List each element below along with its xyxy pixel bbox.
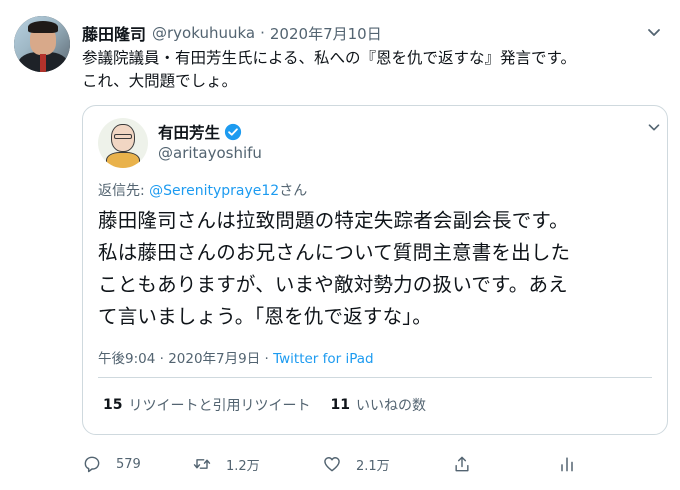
quoted-body-line: 藤田隆司さんは拉致問題の特定失踪者会副会長です。	[98, 209, 569, 232]
tweet-body: 参議院議員・有田芳生氏による、私への『恩を仇で返すな』発言です。 これ、大問題で…	[82, 47, 667, 93]
tweet-body-line: これ、大問題でしょ。	[82, 72, 238, 90]
author-handle[interactable]: @ryokuhuuka	[152, 24, 255, 42]
tweet-date[interactable]: 2020年7月10日	[270, 23, 382, 44]
author-avatar[interactable]	[14, 16, 70, 72]
tweet-actions: 579 1.2万 2.1万	[82, 450, 642, 478]
retweet-button[interactable]: 1.2万	[192, 450, 260, 478]
divider	[98, 377, 652, 378]
reply-to-prefix: 返信先:	[98, 183, 150, 199]
likes-count: 11	[330, 397, 350, 413]
quoted-tweet-time[interactable]: 午後9:04 · 2020年7月9日 ·	[98, 351, 273, 367]
analytics-button[interactable]	[557, 450, 591, 478]
reply-to-suffix: さん	[279, 183, 308, 199]
quoted-body-line: こともありますが、いまや敵対勢力の扱いです。あえ	[98, 273, 568, 296]
likes-label: いいねの数	[355, 398, 426, 414]
heart-icon	[324, 457, 340, 472]
like-button[interactable]: 2.1万	[322, 450, 390, 478]
quoted-body-line: て言いましょう。「恩を仇で返すな」。	[98, 305, 432, 328]
analytics-icon	[561, 457, 573, 472]
quoted-author-name-row: 有田芳生	[158, 121, 242, 143]
tweet-header: 藤田隆司 @ryokuhuuka · 2020年7月10日	[82, 22, 382, 44]
verified-badge-icon	[224, 123, 242, 141]
tweet: 藤田隆司 @ryokuhuuka · 2020年7月10日 参議院議員・有田芳生…	[0, 0, 680, 490]
like-count: 2.1万	[356, 458, 390, 474]
quoted-tweet-body: 藤田隆司さんは拉致問題の特定失踪者会副会長です。 私は藤田さんのお兄さんについて…	[98, 205, 658, 333]
retweets-count: 15	[103, 397, 123, 413]
reply-mention-link[interactable]: @Serenityprayе12	[149, 183, 279, 199]
quoted-tweet-stats: 15 リツイートと引用リツイート 11 いいねの数	[103, 395, 446, 415]
quoted-tweet[interactable]: 有田芳生 @aritayoshifu 返信先: @Serenityprayе12…	[82, 105, 668, 435]
quoted-tweet-meta: 午後9:04 · 2020年7月9日 · Twitter for iPad	[98, 347, 374, 367]
quoted-author-name[interactable]: 有田芳生	[158, 121, 220, 143]
header-separator: ·	[260, 24, 265, 42]
reply-count: 579	[116, 456, 141, 472]
likes-stat[interactable]: 11 いいねの数	[330, 395, 425, 415]
more-options-icon[interactable]	[644, 22, 664, 42]
chevron-down-icon[interactable]	[645, 118, 663, 136]
retweet-icon	[193, 459, 211, 469]
reply-button[interactable]: 579	[82, 450, 141, 478]
quoted-author-handle[interactable]: @aritayoshifu	[158, 144, 262, 162]
retweets-stat[interactable]: 15 リツイートと引用リツイート	[103, 395, 310, 415]
tweet-body-line: 参議院議員・有田芳生氏による、私への『恩を仇で返すな』発言です。	[82, 49, 576, 67]
source-app-link[interactable]: Twitter for iPad	[273, 351, 374, 367]
retweets-label: リツイートと引用リツイート	[128, 398, 311, 414]
quoted-author-avatar[interactable]	[98, 118, 148, 168]
reply-to-line: 返信先: @Serenityprayе12さん	[98, 180, 307, 200]
share-button[interactable]	[452, 450, 486, 478]
author-name[interactable]: 藤田隆司	[82, 21, 146, 45]
share-icon	[455, 456, 469, 472]
retweet-count: 1.2万	[226, 458, 260, 474]
quoted-body-line: 私は藤田さんのお兄さんについて質問主意書を出した	[98, 241, 571, 264]
reply-icon	[84, 456, 100, 473]
